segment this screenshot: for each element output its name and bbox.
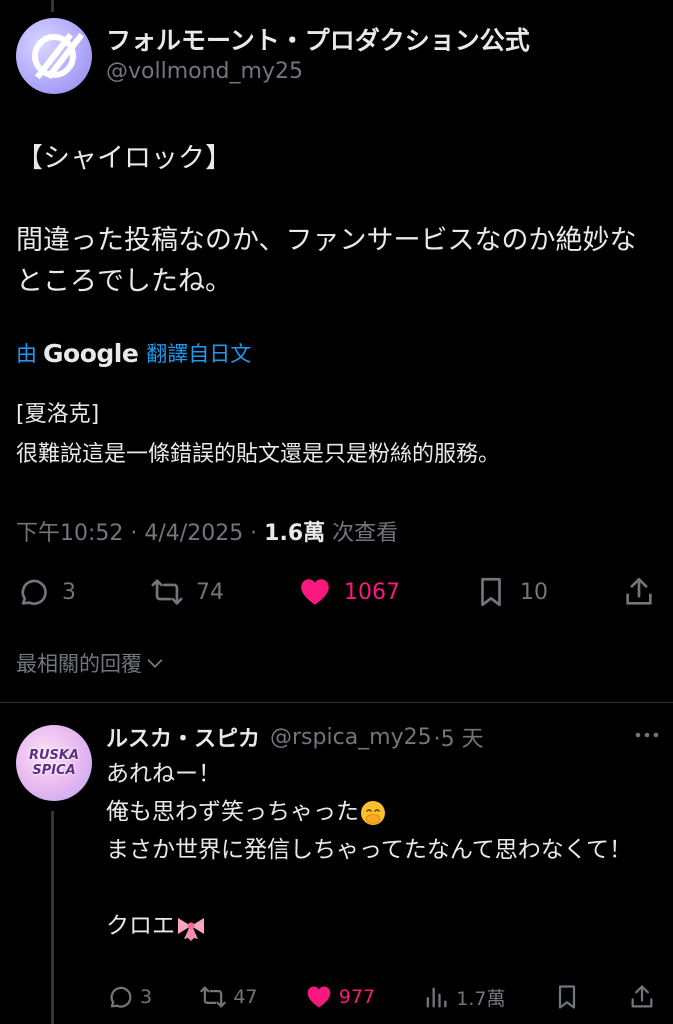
share-icon bbox=[626, 577, 652, 605]
translated-line: 很難說這是一條錯誤的貼文還是只是粉絲的服務。 bbox=[16, 442, 501, 467]
translate-suffix: 翻譯自日文 bbox=[146, 342, 252, 366]
heart-filled-icon bbox=[307, 986, 331, 1008]
reply-text-line: まさか世界に発信しちゃってたなんて思わなくて！ bbox=[106, 837, 633, 863]
author-handle[interactable]: @vollmond_my25 bbox=[106, 57, 530, 87]
reply-text: あれねー！ 俺も思わず笑っちゃった まさか世界に発信しちゃってたなんて思わなくて… bbox=[106, 755, 661, 945]
face-with-hand-over-mouth-icon bbox=[361, 800, 385, 825]
reply-count: 3 bbox=[62, 579, 76, 605]
reply-icon bbox=[21, 579, 47, 605]
reply-like-button[interactable]: 977 bbox=[305, 983, 375, 1011]
reply-reply-count: 3 bbox=[140, 986, 153, 1008]
share-icon bbox=[631, 985, 653, 1008]
replies-sort-label: 最相關的回覆 bbox=[16, 652, 142, 676]
bookmark-icon bbox=[558, 985, 575, 1009]
analytics-icon bbox=[426, 987, 447, 1008]
translated-line: [夏洛克] bbox=[16, 402, 100, 427]
more-options-icon[interactable] bbox=[633, 725, 661, 745]
reply-text-span: クロエ bbox=[106, 913, 175, 939]
view-count: 1.6萬 bbox=[264, 521, 326, 546]
reply-like-count: 977 bbox=[338, 986, 376, 1008]
reply-avatar[interactable]: RUSKA SPICA bbox=[16, 725, 92, 801]
like-count: 1067 bbox=[344, 579, 400, 605]
author-display-name[interactable]: フォルモーント・プロダクション公式 bbox=[106, 25, 530, 57]
heart-filled-icon bbox=[301, 579, 329, 605]
post-text-line: 間違った投稿なのか、ファンサービスなのか絶妙なところでしたね。 bbox=[16, 225, 637, 297]
reply-text-span: 俺も思わず笑っちゃった bbox=[106, 799, 359, 825]
reply-icon bbox=[110, 986, 132, 1008]
post-text-line: 【シャイロック】 bbox=[16, 143, 232, 174]
share-button[interactable] bbox=[622, 575, 656, 609]
reply-actions: 3 47 977 1.7萬 bbox=[106, 979, 656, 1015]
replies-sort-dropdown[interactable]: 最相關的回覆 bbox=[16, 648, 166, 678]
reply-repost-count: 47 bbox=[233, 986, 258, 1008]
reply-author-handle[interactable]: @rspica_my25 bbox=[270, 725, 432, 750]
reply-post[interactable]: RUSKA SPICA ルスカ・スピカ @rspica_my25 ·5 天 あれ… bbox=[0, 703, 673, 1024]
reply-time[interactable]: ·5 天 bbox=[434, 721, 484, 753]
translated-text: [夏洛克] 很難說這是一條錯誤的貼文還是只是粉絲的服務。 bbox=[16, 395, 661, 475]
repost-button[interactable]: 74 bbox=[150, 575, 224, 609]
post-timestamp[interactable]: 下午10:52 · 4/4/2025 · bbox=[16, 521, 264, 546]
reply-author-name[interactable]: ルスカ・スピカ bbox=[106, 721, 260, 753]
chevron-down-icon bbox=[147, 659, 163, 668]
reply-text-line: 俺も思わず笑っちゃった bbox=[106, 793, 661, 831]
post-text: 【シャイロック】 間違った投稿なのか、ファンサービスなのか絶妙なところでしたね。 bbox=[16, 138, 661, 302]
thread-line bbox=[51, 811, 54, 1024]
reply-header: ルスカ・スピカ @rspica_my25 ·5 天 bbox=[106, 721, 661, 753]
reply-share-button[interactable] bbox=[628, 983, 656, 1011]
repost-icon bbox=[200, 986, 227, 1008]
post-meta: 下午10:52 · 4/4/2025 · 1.6萬 次查看 bbox=[16, 515, 398, 547]
avatar-logo-text: RUSKA bbox=[28, 748, 80, 763]
reply-text-line: クロエ bbox=[106, 907, 661, 945]
reply-bookmark-button[interactable] bbox=[553, 983, 581, 1011]
translation-attribution[interactable]: 由 Google 翻譯自日文 bbox=[16, 338, 251, 368]
ribbon-icon bbox=[178, 917, 204, 941]
view-label: 次查看 bbox=[325, 521, 399, 546]
like-button[interactable]: 1067 bbox=[298, 575, 400, 609]
avatar-logo-text: SPICA bbox=[32, 763, 76, 778]
reply-reply-button[interactable]: 3 bbox=[106, 983, 152, 1011]
reply-views-button[interactable]: 1.7萬 bbox=[422, 983, 505, 1011]
repost-icon bbox=[151, 579, 183, 605]
reply-view-count: 1.7萬 bbox=[456, 987, 506, 1010]
google-logo: Google bbox=[43, 338, 139, 368]
author-block: フォルモーント・プロダクション公式 @vollmond_my25 bbox=[106, 25, 530, 87]
reply-button[interactable]: 3 bbox=[16, 575, 76, 609]
thread-line-top bbox=[51, 0, 54, 12]
reply-text-line: あれねー！ bbox=[106, 761, 221, 787]
avatar[interactable] bbox=[16, 18, 92, 94]
repost-count: 74 bbox=[196, 579, 224, 605]
bookmark-count: 10 bbox=[520, 579, 548, 605]
post-actions: 3 74 1067 10 bbox=[16, 570, 656, 614]
translate-prefix: 由 bbox=[16, 342, 37, 366]
post-header: フォルモーント・プロダクション公式 @vollmond_my25 bbox=[16, 18, 530, 94]
bookmark-button[interactable]: 10 bbox=[474, 575, 548, 609]
reply-repost-button[interactable]: 47 bbox=[199, 983, 258, 1011]
bookmark-icon bbox=[481, 577, 501, 607]
